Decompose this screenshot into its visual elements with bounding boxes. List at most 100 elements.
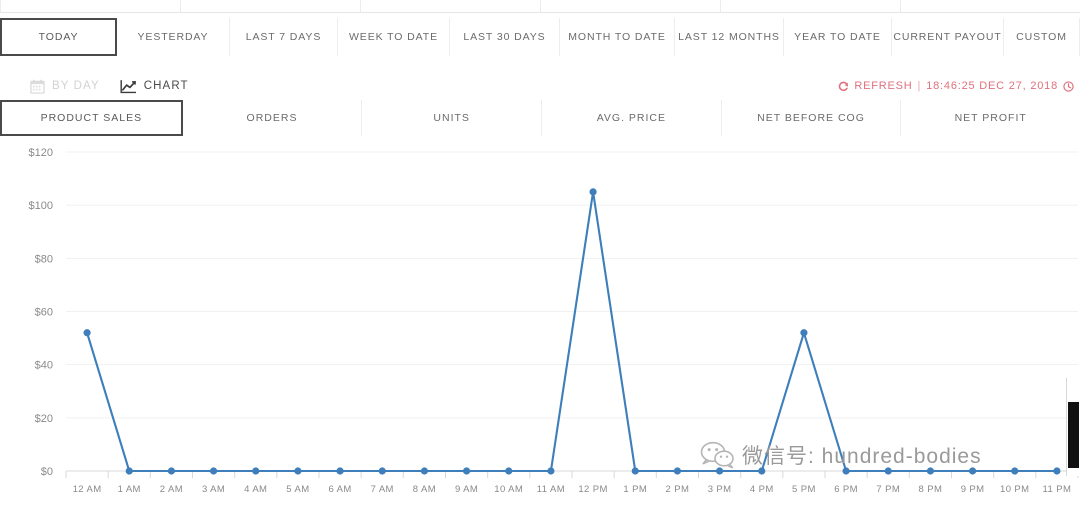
refresh-status-area: REFRESH | 18:46:25 DEC 27, 2018 [838, 80, 1076, 92]
data-point[interactable] [294, 467, 301, 474]
x-axis-tick-label: 9 AM [455, 484, 478, 495]
data-point[interactable] [1053, 467, 1060, 474]
table-cell [0, 0, 181, 12]
data-point[interactable] [463, 467, 470, 474]
x-axis-tick-label: 5 PM [792, 484, 816, 495]
range-tab-label: YEAR TO DATE [794, 31, 881, 43]
vertical-scrollbar[interactable] [1066, 378, 1080, 476]
range-tab-label: TODAY [39, 31, 79, 43]
metric-tab-net-profit[interactable]: NET PROFIT [901, 100, 1080, 136]
x-axis-tick-label: 12 PM [578, 484, 607, 495]
metric-tab-label: NET BEFORE COG [757, 112, 865, 124]
range-tab-label: CURRENT PAYOUT [893, 31, 1001, 43]
chart-label: CHART [144, 80, 189, 92]
data-point[interactable] [758, 467, 765, 474]
date-range-tab-strip: TODAY YESTERDAY LAST 7 DAYS WEEK TO DATE LAS… [0, 18, 1080, 56]
data-point[interactable] [336, 467, 343, 474]
range-tab-last-30-days[interactable]: LAST 30 DAYS [450, 18, 560, 56]
range-tab-current-payout[interactable]: CURRENT PAYOUT [892, 18, 1004, 56]
data-point[interactable] [589, 188, 596, 195]
data-point[interactable] [379, 467, 386, 474]
top-partial-table-row [0, 0, 1080, 13]
metric-tab-label: NET PROFIT [955, 112, 1027, 124]
table-cell [181, 0, 361, 12]
y-axis-tick-label: $120 [29, 147, 53, 159]
range-tab-label: MONTH TO DATE [568, 31, 665, 43]
x-axis-tick-label: 8 PM [919, 484, 943, 495]
data-point[interactable] [210, 467, 217, 474]
y-axis-tick-label: $20 [35, 413, 53, 425]
data-point[interactable] [83, 329, 90, 336]
x-axis-tick-label: 5 AM [286, 484, 309, 495]
y-axis-tick-label: $60 [35, 307, 53, 319]
chart-canvas: $0$20$40$60$80$100$12012 AM1 AM2 AM3 AM4… [0, 138, 1080, 511]
refresh-label[interactable]: REFRESH [854, 80, 912, 92]
refresh-icon[interactable] [838, 81, 849, 92]
range-tab-label: LAST 7 DAYS [246, 31, 321, 43]
metric-tab-avg-price[interactable]: AVG. PRICE [542, 100, 722, 136]
x-axis-tick-label: 3 AM [202, 484, 225, 495]
metric-tab-product-sales[interactable]: PRODUCT SALES [0, 100, 183, 136]
x-axis-tick-label: 1 AM [118, 484, 141, 495]
data-point[interactable] [168, 467, 175, 474]
data-point[interactable] [716, 467, 723, 474]
toolbar-separator: | [918, 80, 922, 92]
data-point[interactable] [927, 467, 934, 474]
clock-icon [1063, 81, 1074, 92]
x-axis-tick-label: 1 PM [623, 484, 647, 495]
scrollbar-thumb[interactable] [1068, 402, 1079, 468]
metric-tab-label: AVG. PRICE [597, 112, 666, 124]
x-axis-tick-label: 2 AM [160, 484, 183, 495]
range-tab-month-to-date[interactable]: MONTH TO DATE [560, 18, 675, 56]
range-tab-year-to-date[interactable]: YEAR TO DATE [784, 18, 892, 56]
x-axis-tick-label: 3 PM [708, 484, 732, 495]
x-axis-tick-label: 12 AM [73, 484, 102, 495]
chart-toolbar: BY DAY CHART REFRESH | 18:46:25 DEC 27, … [0, 70, 1080, 102]
data-point[interactable] [252, 467, 259, 474]
refresh-timestamp: 18:46:25 DEC 27, 2018 [926, 80, 1058, 92]
metric-tab-label: ORDERS [247, 112, 298, 124]
x-axis-tick-label: 10 PM [1000, 484, 1029, 495]
range-tab-custom[interactable]: CUSTOM [1004, 18, 1080, 56]
data-point[interactable] [885, 467, 892, 474]
data-point[interactable] [969, 467, 976, 474]
range-tab-week-to-date[interactable]: WEEK TO DATE [338, 18, 450, 56]
y-axis-tick-label: $80 [35, 253, 53, 265]
range-tab-today[interactable]: TODAY [0, 18, 117, 56]
data-point[interactable] [505, 467, 512, 474]
x-axis-tick-label: 11 AM [537, 484, 565, 495]
data-point[interactable] [421, 467, 428, 474]
table-cell [901, 0, 1080, 12]
data-point[interactable] [126, 467, 133, 474]
data-point[interactable] [674, 467, 681, 474]
sales-line-chart: $0$20$40$60$80$100$12012 AM1 AM2 AM3 AM4… [0, 138, 1080, 511]
x-axis-tick-label: 6 AM [328, 484, 351, 495]
by-day-label: BY DAY [52, 80, 100, 92]
range-tab-yesterday[interactable]: YESTERDAY [117, 18, 230, 56]
data-point[interactable] [800, 329, 807, 336]
metric-tab-net-before-cog[interactable]: NET BEFORE COG [722, 100, 902, 136]
metric-tab-label: PRODUCT SALES [41, 112, 143, 124]
by-day-toggle[interactable]: BY DAY [30, 79, 100, 94]
data-point[interactable] [547, 467, 554, 474]
metric-tab-units[interactable]: UNITS [362, 100, 542, 136]
x-axis-tick-label: 8 AM [413, 484, 436, 495]
data-point[interactable] [1011, 467, 1018, 474]
table-cell [361, 0, 541, 12]
range-tab-label: WEEK TO DATE [349, 31, 438, 43]
x-axis-tick-label: 4 PM [750, 484, 774, 495]
data-point[interactable] [632, 467, 639, 474]
chart-toggle[interactable]: CHART [120, 79, 189, 94]
range-tab-label: LAST 30 DAYS [463, 31, 545, 43]
metric-tab-label: UNITS [433, 112, 470, 124]
x-axis-tick-label: 11 PM [1043, 484, 1072, 495]
x-axis-tick-label: 9 PM [961, 484, 985, 495]
range-tab-last-7-days[interactable]: LAST 7 DAYS [230, 18, 338, 56]
x-axis-tick-label: 7 AM [371, 484, 394, 495]
data-point[interactable] [842, 467, 849, 474]
y-axis-tick-label: $100 [29, 200, 53, 212]
y-axis-tick-label: $0 [41, 466, 53, 478]
range-tab-last-12-months[interactable]: LAST 12 MONTHS [675, 18, 784, 56]
metric-tab-orders[interactable]: ORDERS [183, 100, 363, 136]
range-tab-label: YESTERDAY [138, 31, 209, 43]
